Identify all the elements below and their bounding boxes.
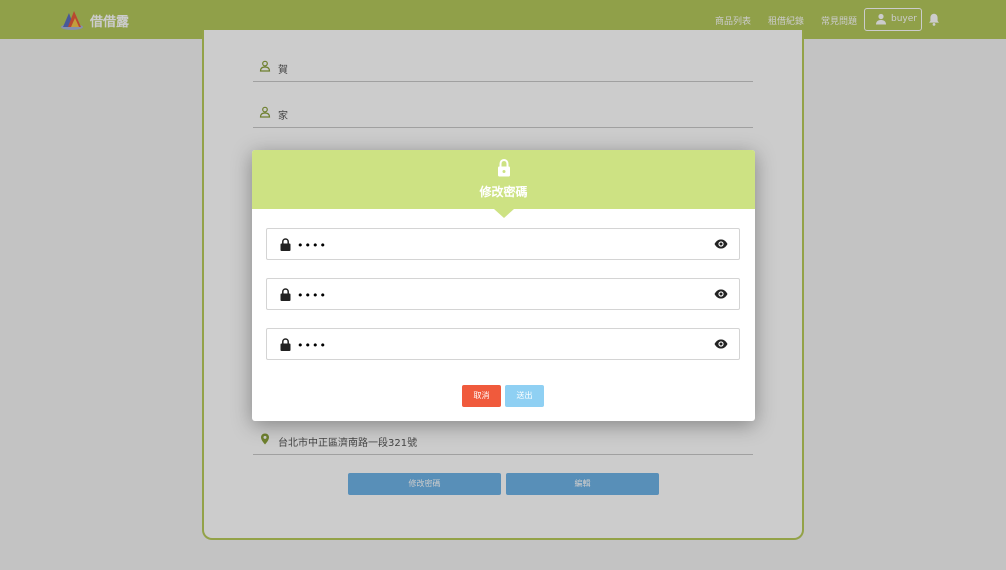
eye-icon[interactable] <box>714 339 728 349</box>
password-input[interactable] <box>297 286 697 304</box>
lock-icon <box>280 338 291 351</box>
eye-icon[interactable] <box>714 239 728 249</box>
confirm-password-field[interactable] <box>266 328 740 360</box>
lock-icon <box>280 238 291 251</box>
modal-title: 修改密碼 <box>479 185 528 199</box>
header-notch <box>494 209 514 218</box>
lock-icon <box>280 288 291 301</box>
submit-button[interactable]: 送出 <box>505 385 544 407</box>
modal-header: 修改密碼 <box>252 150 755 209</box>
eye-icon[interactable] <box>714 289 728 299</box>
password-input[interactable] <box>297 336 697 354</box>
lock-icon <box>498 159 510 177</box>
password-input[interactable] <box>297 236 697 254</box>
current-password-field[interactable] <box>266 228 740 260</box>
cancel-button[interactable]: 取消 <box>462 385 501 407</box>
new-password-field[interactable] <box>266 278 740 310</box>
